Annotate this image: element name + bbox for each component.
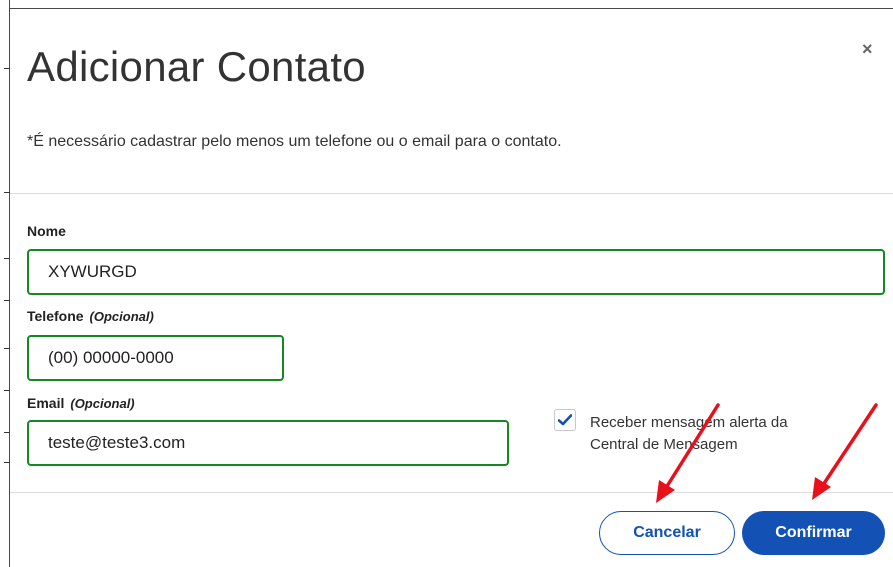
nome-field-value: XYWURGD	[48, 262, 137, 281]
nome-field[interactable]: XYWURGD	[27, 249, 885, 295]
telefone-label-text: Telefone	[27, 308, 84, 324]
telefone-label: Telefone (Opcional)	[27, 308, 154, 324]
screenshot-frame: Adicionar Contato × *É necessário cadast…	[0, 0, 893, 567]
required-notice: *É necessário cadastrar pelo menos um te…	[27, 133, 562, 150]
add-contact-dialog: Adicionar Contato × *É necessário cadast…	[10, 9, 893, 567]
email-label-text: Email	[27, 395, 65, 411]
header-divider	[10, 193, 893, 194]
dialog-title: Adicionar Contato	[27, 43, 366, 90]
telefone-optional-text: (Opcional)	[89, 309, 154, 324]
confirm-button[interactable]: Confirmar	[742, 511, 885, 555]
nome-label: Nome	[27, 223, 66, 239]
alert-checkbox[interactable]	[554, 409, 576, 431]
telefone-field[interactable]: (00) 00000-0000	[27, 335, 284, 381]
email-optional-text: (Opcional)	[70, 396, 135, 411]
cancel-button[interactable]: Cancelar	[599, 511, 735, 555]
email-field-value: teste@teste3.com	[48, 433, 186, 452]
check-icon	[558, 414, 572, 426]
close-icon[interactable]: ×	[862, 39, 873, 60]
telefone-field-value: (00) 00000-0000	[48, 348, 174, 367]
alert-checkbox-label[interactable]: Receber mensagem alerta da Central de Me…	[590, 412, 830, 456]
email-label: Email (Opcional)	[27, 395, 135, 411]
nome-label-text: Nome	[27, 223, 66, 239]
footer-divider	[10, 492, 893, 493]
email-field[interactable]: teste@teste3.com	[27, 420, 509, 466]
